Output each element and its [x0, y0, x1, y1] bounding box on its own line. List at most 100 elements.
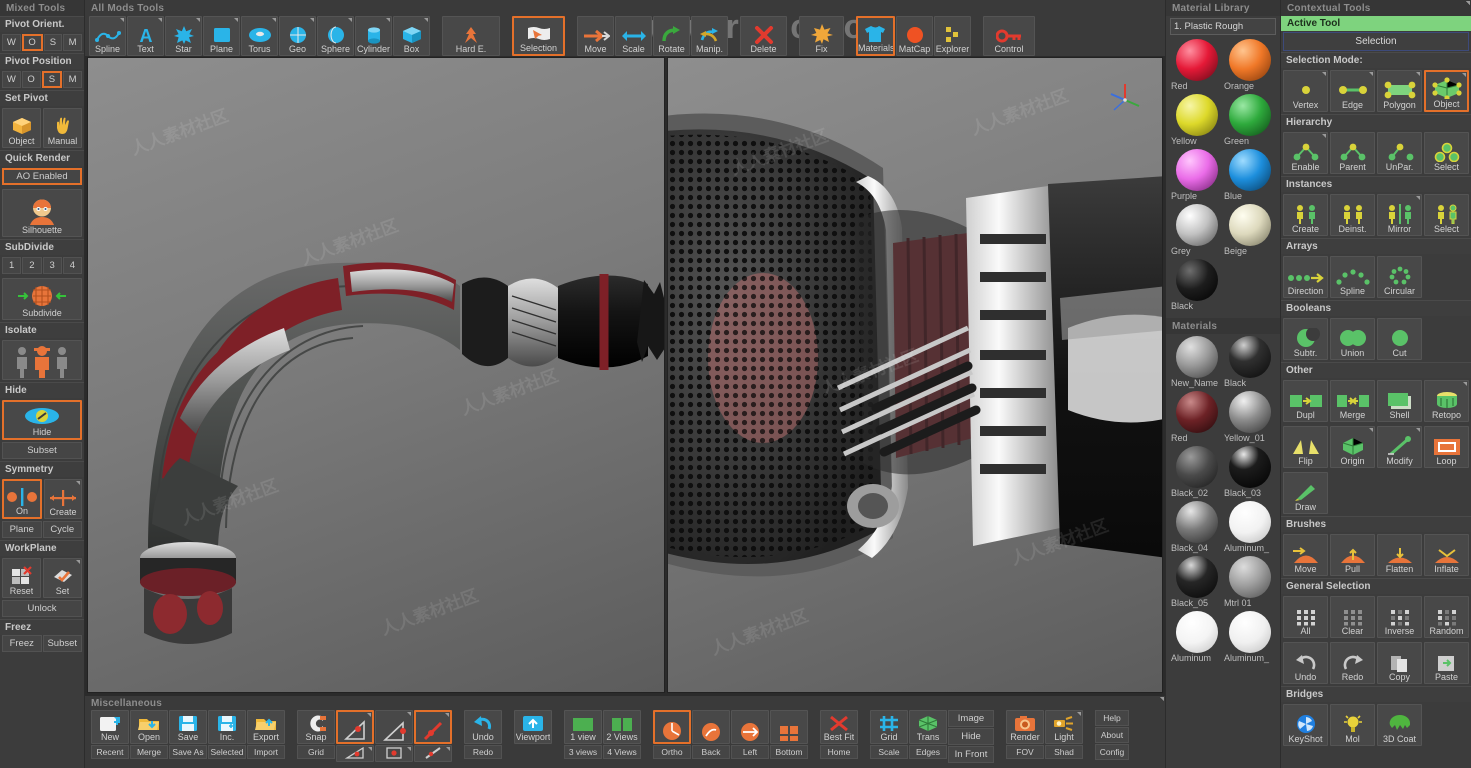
bool-cut-button[interactable]: Cut — [1377, 318, 1422, 360]
pivot-orient-o[interactable]: O — [21, 34, 43, 51]
workplane-set-button[interactable]: Set — [43, 558, 82, 598]
brush-move-button[interactable]: Move — [1283, 534, 1328, 576]
ortho-button[interactable]: Ortho — [653, 745, 691, 759]
swatch-purple[interactable]: Purple — [1170, 149, 1223, 202]
snap-point-button[interactable] — [414, 710, 452, 744]
view-right-button[interactable] — [731, 710, 769, 744]
tool-fix-button[interactable]: Fix — [799, 16, 844, 56]
tool-geo-button[interactable]: Geo — [279, 16, 316, 56]
symmetry-plane-button[interactable]: Plane — [2, 521, 42, 538]
symmetry-on-button[interactable]: On — [2, 479, 42, 519]
subdivide-level-2[interactable]: 2 — [22, 257, 42, 274]
other-merge-button[interactable]: Merge — [1330, 380, 1375, 422]
instance-deinstance-button[interactable]: Deinst. — [1330, 194, 1375, 236]
freez-button[interactable]: Freez — [2, 635, 42, 652]
material-item[interactable]: Red — [1170, 391, 1223, 444]
trans-button[interactable]: Trans — [909, 710, 947, 744]
select-all-button[interactable]: All — [1283, 596, 1328, 638]
tool-hard-edge-button[interactable]: Hard E. — [442, 16, 500, 56]
bridge-3dcoat-button[interactable]: 3D Coat — [1377, 704, 1422, 746]
new-button[interactable]: New — [91, 710, 129, 744]
four-views-button[interactable]: 4 Views — [603, 745, 641, 759]
tool-scale-button[interactable]: Scale — [615, 16, 652, 56]
array-direction-button[interactable]: Direction — [1283, 256, 1328, 298]
subdivide-level-3[interactable]: 3 — [42, 257, 62, 274]
tool-move-button[interactable]: Move — [577, 16, 614, 56]
set-pivot-manual-button[interactable]: Manual — [43, 108, 82, 148]
export-button[interactable]: Export — [247, 710, 285, 744]
current-material-field[interactable]: 1. Plastic Rough — [1170, 18, 1276, 35]
swatch-black[interactable]: Black — [1170, 259, 1223, 312]
light-button[interactable]: Light — [1045, 710, 1083, 744]
home-button[interactable]: Home — [820, 745, 858, 759]
tool-control-button[interactable]: Control — [983, 16, 1035, 56]
save-button[interactable]: Save — [169, 710, 207, 744]
help-button[interactable]: Help — [1095, 710, 1129, 726]
ao-enabled-toggle[interactable]: AO Enabled — [2, 168, 82, 185]
instance-create-button[interactable]: Create — [1283, 194, 1328, 236]
one-view-button[interactable]: 1 view — [564, 710, 602, 744]
hide-button[interactable]: Hide — [2, 400, 82, 440]
swatch-green[interactable]: Green — [1223, 94, 1276, 147]
other-flip-button[interactable]: Flip — [1283, 426, 1328, 468]
material-item[interactable]: Black_02 — [1170, 446, 1223, 499]
shad-button[interactable]: Shad — [1045, 745, 1083, 759]
freez-subset-button[interactable]: Subset — [42, 635, 82, 652]
bottom-view-button[interactable]: Bottom — [770, 745, 808, 759]
inc-save-button[interactable]: Inc. — [208, 710, 246, 744]
other-draw-button[interactable]: Draw — [1283, 472, 1328, 514]
open-button[interactable]: Open — [130, 710, 168, 744]
three-views-button[interactable]: 3 views — [564, 745, 602, 759]
workplane-unlock-button[interactable]: Unlock — [2, 600, 82, 617]
snap-button[interactable]: Snap — [297, 710, 335, 744]
tool-spline-button[interactable]: Spline — [89, 16, 126, 56]
other-retopo-button[interactable]: Retopo — [1424, 380, 1469, 422]
instance-mirror-button[interactable]: Mirror — [1377, 194, 1422, 236]
pivot-orient-s[interactable]: S — [43, 34, 63, 51]
view-persp-button[interactable] — [653, 710, 691, 744]
pivot-position-s[interactable]: S — [41, 71, 63, 88]
hierarchy-select-button[interactable]: Select — [1424, 132, 1469, 174]
tool-sphere-button[interactable]: Sphere — [317, 16, 354, 56]
subdivide-level-4[interactable]: 4 — [62, 257, 82, 274]
swatch-orange[interactable]: Orange — [1223, 39, 1276, 92]
other-origin-button[interactable]: Origin — [1330, 426, 1375, 468]
two-views-button[interactable]: 2 Views — [603, 710, 641, 744]
hierarchy-unparent-button[interactable]: UnPar. — [1377, 132, 1422, 174]
other-modify-button[interactable]: Modify — [1377, 426, 1422, 468]
import-button[interactable]: Import — [247, 745, 285, 759]
pivot-position-o[interactable]: O — [21, 71, 41, 88]
ctx-redo-button[interactable]: Redo — [1330, 642, 1375, 684]
material-item[interactable]: Aluminum_ — [1223, 501, 1276, 554]
grid-snap-button[interactable]: Grid — [297, 745, 335, 759]
tool-text-button[interactable]: A Text — [127, 16, 164, 56]
hierarchy-parent-button[interactable]: Parent — [1330, 132, 1375, 174]
save-as-button[interactable]: Save As — [169, 745, 207, 759]
tool-star-button[interactable]: Star — [165, 16, 202, 56]
grid-button[interactable]: Grid — [870, 710, 908, 744]
brush-flatten-button[interactable]: Flatten — [1377, 534, 1422, 576]
snap-screen-button[interactable] — [414, 745, 452, 762]
workplane-reset-button[interactable]: Reset — [2, 558, 41, 598]
material-item[interactable]: Aluminum_ — [1223, 611, 1276, 664]
isolate-button[interactable] — [2, 340, 82, 380]
viewport-button[interactable]: Viewport — [514, 710, 552, 744]
snap-edge-button[interactable] — [375, 710, 413, 744]
swatch-red[interactable]: Red — [1170, 39, 1223, 92]
snap-face-button[interactable] — [336, 745, 374, 762]
swatch-yellow[interactable]: Yellow — [1170, 94, 1223, 147]
snap-vertex-button[interactable] — [336, 710, 374, 744]
edges-button[interactable]: Edges — [909, 745, 947, 759]
select-clear-button[interactable]: Clear — [1330, 596, 1375, 638]
tool-selection-button[interactable]: Selection — [512, 16, 565, 56]
material-item[interactable]: Aluminum — [1170, 611, 1223, 664]
bridge-moi-button[interactable]: Mol — [1330, 704, 1375, 746]
set-pivot-object-button[interactable]: Object — [2, 108, 41, 148]
pivot-position-w[interactable]: W — [2, 71, 21, 88]
swatch-blue[interactable]: Blue — [1223, 149, 1276, 202]
active-tool-value[interactable]: Selection — [1283, 32, 1469, 51]
back-button[interactable]: Back — [692, 745, 730, 759]
hide-display-button[interactable]: Hide — [948, 728, 994, 745]
selection-mode-polygon-button[interactable]: Polygon — [1377, 70, 1422, 112]
undo-button[interactable]: Undo — [464, 710, 502, 744]
